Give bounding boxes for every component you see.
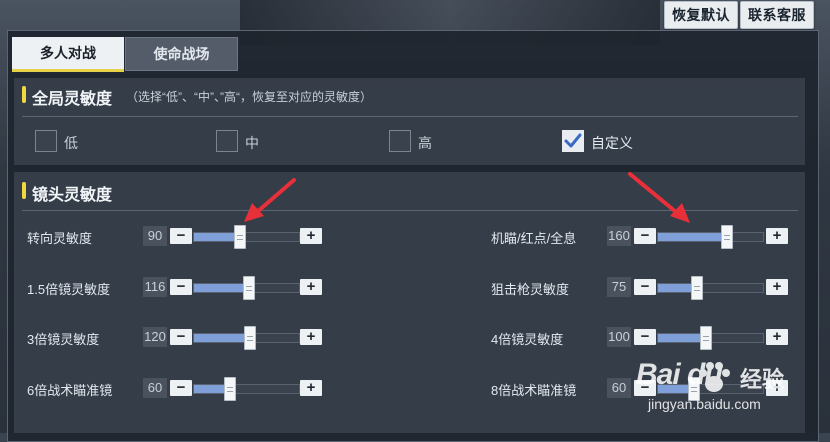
watermark: Bai du 经验 jingyan.baidu.com [628, 348, 828, 428]
red-arrow-icon [244, 178, 296, 222]
watermark-cn: 经验 [740, 367, 785, 392]
paw-icon [699, 362, 730, 392]
red-arrow-icon [628, 172, 690, 223]
watermark-url: jingyan.baidu.com [648, 396, 761, 412]
